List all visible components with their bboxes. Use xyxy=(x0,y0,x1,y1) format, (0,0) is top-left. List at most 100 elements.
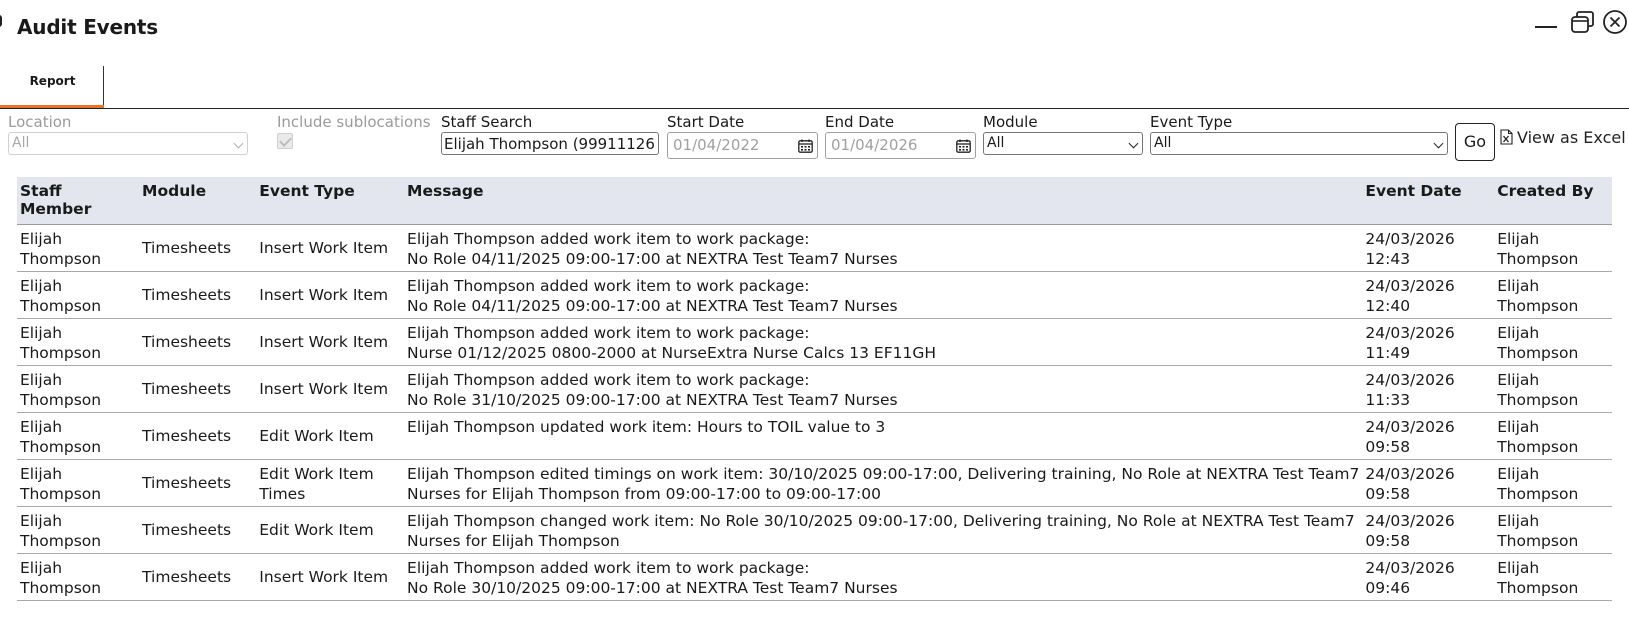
event-date-cell: 24/03/2026 11:49 xyxy=(1362,318,1495,366)
staff-member-cell-line: Thompson xyxy=(20,437,102,456)
message-cell-line: Elijah Thompson added work item to work … xyxy=(407,558,810,577)
created-by-cell: Elijah Thompson xyxy=(1494,318,1612,366)
staff-member-cell-line: Elijah xyxy=(20,558,63,577)
module-cell: Timesheets xyxy=(139,224,257,272)
table-row[interactable]: Elijah Thompson Timesheets Edit Work Item El… xyxy=(17,506,1612,554)
restore-icon[interactable] xyxy=(1570,9,1596,35)
event-date-cell: 24/03/2026 11:33 xyxy=(1362,365,1495,413)
message-cell-line: No Role 04/11/2025 09:00-17:00 at NEXTRA… xyxy=(407,249,898,268)
event-type-cell: Insert Work Item xyxy=(256,318,405,366)
column-header-event-type[interactable]: Event Type xyxy=(256,177,405,225)
message-cell-line: Elijah Thompson updated work item: Hours… xyxy=(407,417,886,436)
event-date-cell-line: 09:58 xyxy=(1365,437,1411,456)
event-date-cell-line: 12:43 xyxy=(1365,249,1411,268)
event-type-cell: Edit Work Item Times xyxy=(256,459,405,507)
start-date-input[interactable]: 01/04/2022 xyxy=(667,132,818,159)
staff-search-label: Staff Search xyxy=(441,113,533,131)
event-type-cell-line: Insert Work Item xyxy=(259,285,389,304)
table-row[interactable]: Elijah Thompson Timesheets Insert Work Item… xyxy=(17,365,1612,413)
created-by-cell-line: Elijah xyxy=(1497,417,1540,436)
staff-member-cell: Elijah Thompson xyxy=(17,459,140,507)
event-type-cell-line: Insert Work Item xyxy=(259,332,389,351)
message-cell-line: Elijah Thompson edited timings on work i… xyxy=(407,464,1360,483)
include-sublocations-checkbox[interactable] xyxy=(277,133,293,149)
event-date-cell: 24/03/2026 09:46 xyxy=(1362,553,1495,601)
staff-member-cell-line: Thompson xyxy=(20,531,102,550)
event-type-cell-line: Times xyxy=(259,484,306,503)
calendar-icon[interactable] xyxy=(956,139,971,153)
table-row[interactable]: Elijah Thompson Timesheets Insert Work Item… xyxy=(17,553,1612,601)
event-date-cell: 24/03/2026 09:58 xyxy=(1362,412,1495,460)
staff-member-cell: Elijah Thompson xyxy=(17,271,140,319)
table-row[interactable]: Elijah Thompson Timesheets Insert Work Item… xyxy=(17,224,1612,272)
table-row[interactable]: Elijah Thompson Timesheets Insert Work Item… xyxy=(17,318,1612,366)
event-type-cell: Edit Work Item xyxy=(256,412,405,460)
event-date-cell-line: 09:46 xyxy=(1365,578,1411,597)
go-button[interactable]: Go xyxy=(1455,123,1495,161)
event-date-cell: 24/03/2026 12:43 xyxy=(1362,224,1495,272)
table-row[interactable]: Elijah Thompson Timesheets Insert Work Item… xyxy=(17,271,1612,319)
column-header-module[interactable]: Module xyxy=(139,177,257,225)
staff-search-input[interactable]: Elijah Thompson (99911126 xyxy=(441,132,659,155)
column-header-staff-member[interactable]: Staff Member xyxy=(17,177,140,225)
staff-member-cell-line: Elijah xyxy=(20,464,63,483)
end-date-input[interactable]: 01/04/2026 xyxy=(825,132,976,159)
message-cell-line: Nurses for Elijah Thompson from 09:00-17… xyxy=(407,484,881,503)
chevron-down-icon xyxy=(1128,138,1139,149)
module-select[interactable]: All xyxy=(983,132,1143,155)
module-cell: Timesheets xyxy=(139,553,257,601)
created-by-cell: Elijah Thompson xyxy=(1494,412,1612,460)
window-edge-mark xyxy=(0,15,2,27)
created-by-cell-line: Thompson xyxy=(1497,296,1579,315)
table-body: Elijah Thompson Timesheets Insert Work Item… xyxy=(17,224,1612,601)
column-header-created-by[interactable]: Created By xyxy=(1494,177,1612,225)
location-label: Location xyxy=(8,113,72,131)
event-type-select-value: All xyxy=(1154,135,1172,151)
column-header-event-date[interactable]: Event Date xyxy=(1362,177,1495,225)
tab-report[interactable]: Report xyxy=(0,66,104,109)
minimize-icon[interactable] xyxy=(1535,26,1557,28)
event-type-cell-line: Insert Work Item xyxy=(259,238,389,257)
staff-member-cell: Elijah Thompson xyxy=(17,318,140,366)
calendar-icon[interactable] xyxy=(798,139,813,153)
staff-member-cell-line: Thompson xyxy=(20,578,102,597)
module-cell: Timesheets xyxy=(139,506,257,554)
message-cell: Elijah Thompson added work item to work … xyxy=(404,224,1363,272)
created-by-cell-line: Thompson xyxy=(1497,531,1579,550)
event-type-select[interactable]: All xyxy=(1150,132,1448,155)
message-cell: Elijah Thompson changed work item: No Ro… xyxy=(404,506,1363,554)
event-date-cell-line: 09:58 xyxy=(1365,484,1411,503)
created-by-cell-line: Elijah xyxy=(1497,464,1540,483)
created-by-cell: Elijah Thompson xyxy=(1494,459,1612,507)
include-sublocations-label: Include sublocations xyxy=(277,113,431,131)
table-row[interactable]: Elijah Thompson Timesheets Edit Work Item El… xyxy=(17,412,1612,460)
event-date-cell-line: 24/03/2026 xyxy=(1365,323,1455,342)
message-cell: Elijah Thompson added work item to work … xyxy=(404,553,1363,601)
chevron-down-icon xyxy=(233,138,244,149)
module-label: Module xyxy=(983,113,1038,131)
staff-member-cell-line: Elijah xyxy=(20,276,63,295)
staff-member-cell-line: Elijah xyxy=(20,417,63,436)
event-date-cell-line: 24/03/2026 xyxy=(1365,417,1455,436)
message-cell-line: Elijah Thompson added work item to work … xyxy=(407,229,810,248)
event-date-cell-line: 24/03/2026 xyxy=(1365,511,1455,530)
event-type-cell-line: Edit Work Item xyxy=(259,520,374,539)
start-date-label: Start Date xyxy=(667,113,745,131)
table-row[interactable]: Elijah Thompson Timesheets Edit Work Item Ti… xyxy=(17,459,1612,507)
staff-member-cell: Elijah Thompson xyxy=(17,506,140,554)
message-cell-line: Nurse 01/12/2025 0800-2000 at NurseExtra… xyxy=(407,343,937,362)
module-select-value: All xyxy=(987,135,1005,151)
view-as-excel-link[interactable]: View as Excel xyxy=(1500,128,1626,147)
created-by-cell-line: Elijah xyxy=(1497,323,1540,342)
staff-search-value: Elijah Thompson (99911126 xyxy=(444,135,655,153)
event-type-cell-line: Edit Work Item xyxy=(259,464,374,483)
created-by-cell: Elijah Thompson xyxy=(1494,506,1612,554)
location-select[interactable]: All xyxy=(8,132,248,155)
event-date-cell-line: 24/03/2026 xyxy=(1365,229,1455,248)
view-as-excel-label: View as Excel xyxy=(1517,128,1626,147)
column-header-message[interactable]: Message xyxy=(404,177,1363,225)
module-cell: Timesheets xyxy=(139,365,257,413)
close-icon[interactable] xyxy=(1601,8,1629,36)
table-header-row: Staff Member Module Event Type Message E… xyxy=(17,177,1612,225)
created-by-cell-line: Elijah xyxy=(1497,558,1540,577)
